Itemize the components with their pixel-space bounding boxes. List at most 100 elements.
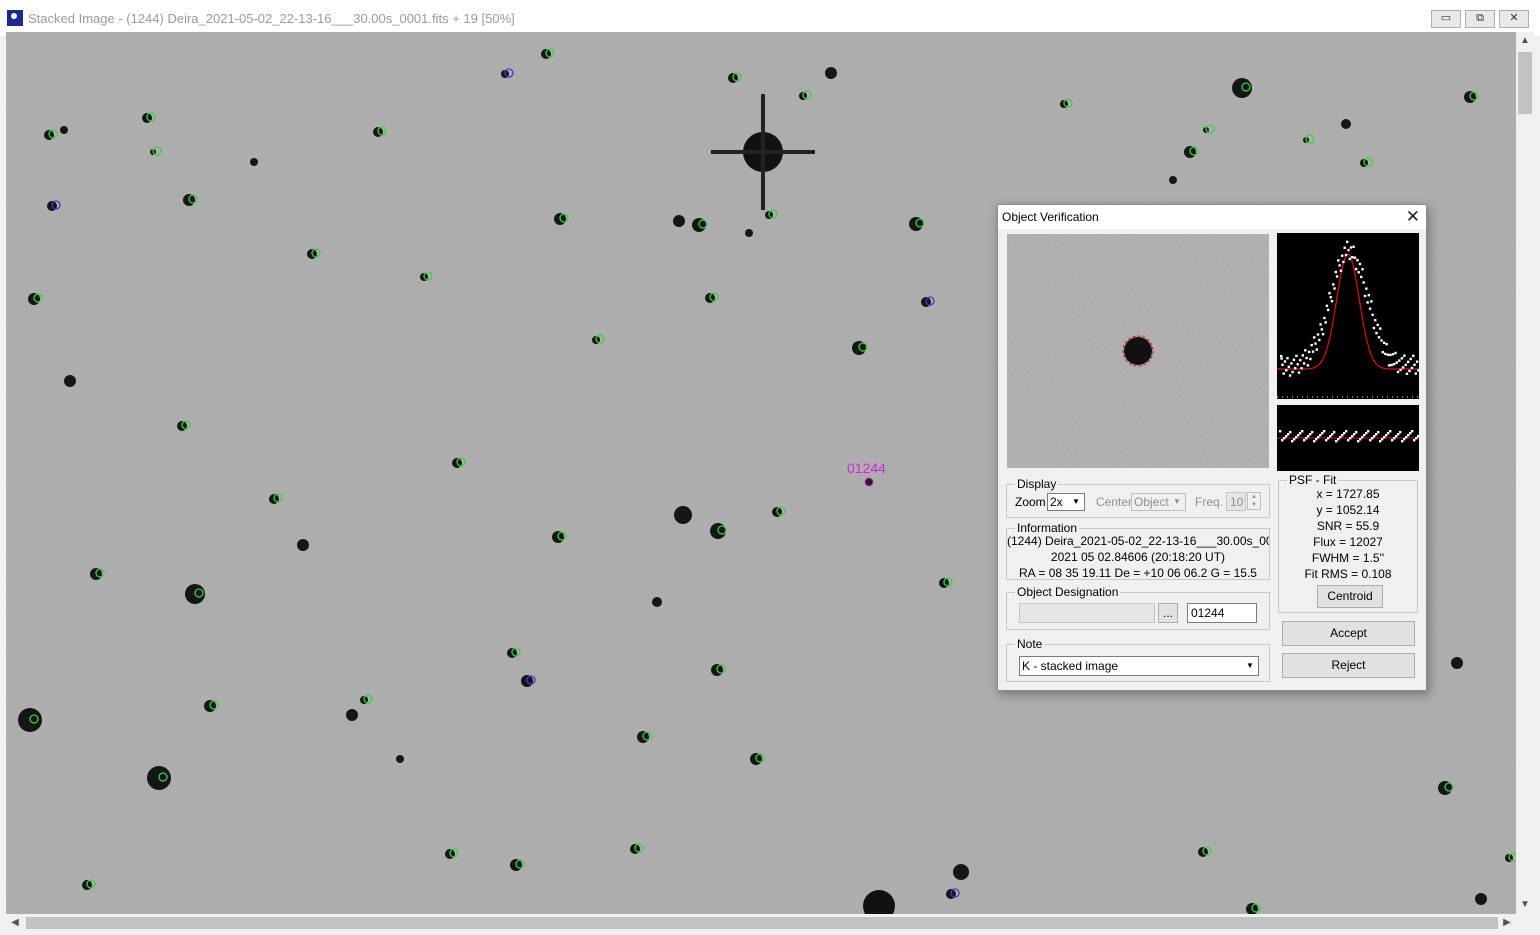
zoomed-object-view[interactable] bbox=[1007, 234, 1269, 468]
vertical-scroll-thumb[interactable] bbox=[1518, 52, 1532, 114]
dialog-close-icon[interactable]: ✕ bbox=[1406, 207, 1420, 227]
designation-group-label: Object Designation bbox=[1015, 585, 1121, 599]
dialog-title: Object Verification bbox=[1002, 210, 1099, 224]
psf-fit-curve bbox=[1277, 253, 1419, 370]
scroll-right-icon[interactable]: ▶ bbox=[1498, 914, 1516, 932]
psf-profile-canvas bbox=[1277, 240, 1420, 398]
target-marker[interactable] bbox=[864, 477, 874, 487]
psf-data-point bbox=[1409, 357, 1412, 361]
psf-data-point bbox=[1294, 367, 1297, 370]
psf-data-point bbox=[1414, 372, 1417, 375]
note-value: K - stacked image bbox=[1022, 659, 1119, 673]
psf-data-point bbox=[1404, 363, 1407, 366]
psf-data-point bbox=[1372, 326, 1376, 330]
psf-data-point bbox=[1329, 296, 1332, 299]
psf-data-point bbox=[1283, 360, 1287, 363]
psf-data-point bbox=[1368, 307, 1372, 310]
star-39 bbox=[297, 539, 309, 551]
psf-data-point bbox=[1318, 338, 1321, 342]
star-31 bbox=[64, 375, 76, 387]
freq-input[interactable]: 10 bbox=[1226, 492, 1246, 511]
psf-data-point bbox=[1304, 349, 1307, 352]
psf-data-point bbox=[1379, 327, 1382, 330]
residual-point bbox=[1301, 430, 1304, 433]
psf-data-point bbox=[1300, 367, 1303, 370]
reject-button[interactable]: Reject bbox=[1282, 653, 1415, 678]
star-35 bbox=[674, 506, 692, 524]
scrollbar-corner bbox=[1516, 914, 1534, 932]
psf-data-point bbox=[1288, 374, 1292, 377]
horizontal-scrollbar[interactable]: ◀ ▶ bbox=[6, 914, 1516, 932]
minimize-button[interactable]: ▭ bbox=[1431, 10, 1461, 28]
freq-spinner[interactable]: ▲ ▼ bbox=[1247, 492, 1261, 510]
scroll-left-icon[interactable]: ◀ bbox=[6, 914, 24, 932]
browse-button[interactable]: ... bbox=[1158, 603, 1178, 623]
psf-data-point bbox=[1310, 343, 1313, 347]
psf-data-point bbox=[1360, 275, 1363, 279]
centroid-button[interactable]: Centroid bbox=[1317, 585, 1383, 608]
psf-data-point bbox=[1400, 357, 1404, 360]
residual-point bbox=[1289, 431, 1292, 434]
zoom-select[interactable]: 2x ▼ bbox=[1047, 493, 1085, 511]
psf-data-point bbox=[1307, 350, 1311, 354]
designation-number-input[interactable]: 01244 bbox=[1187, 603, 1257, 623]
psf-data-point bbox=[1394, 351, 1397, 355]
horizontal-scroll-thumb[interactable] bbox=[26, 917, 1498, 929]
psf-data-point bbox=[1343, 246, 1346, 249]
psf-data-point bbox=[1407, 360, 1410, 364]
app-logo-icon bbox=[7, 10, 23, 26]
psf-data-point bbox=[1292, 358, 1296, 361]
psf-data-point bbox=[1280, 357, 1283, 360]
scroll-up-icon[interactable]: ▲ bbox=[1516, 32, 1534, 50]
psf-data-point bbox=[1376, 323, 1379, 327]
star-11 bbox=[60, 126, 68, 134]
star-3 bbox=[825, 67, 837, 79]
close-window-button[interactable]: ✕ bbox=[1499, 10, 1529, 28]
residual-point bbox=[1333, 431, 1336, 434]
psf-x-value: x = 1727.85 bbox=[1316, 487, 1380, 501]
psf-data-point bbox=[1351, 256, 1354, 259]
note-select[interactable]: K - stacked image ▼ bbox=[1019, 656, 1259, 676]
star-7 bbox=[1341, 119, 1351, 129]
psf-data-point bbox=[1401, 366, 1405, 369]
psf-data-point bbox=[1367, 294, 1370, 297]
residual-point bbox=[1399, 431, 1402, 434]
maximize-button[interactable]: ⧉ bbox=[1465, 10, 1495, 28]
psf-data-point bbox=[1309, 357, 1312, 361]
psf-data-point bbox=[1395, 361, 1398, 364]
star-23 bbox=[745, 229, 753, 237]
dialog-titlebar: Object Verification ✕ bbox=[998, 205, 1426, 229]
object-verification-dialog: Object Verification ✕ Display Zoom 2x ▼ bbox=[997, 204, 1427, 691]
note-group-label: Note bbox=[1015, 637, 1045, 651]
psf-data-point bbox=[1311, 350, 1315, 353]
psf-data-point bbox=[1398, 359, 1401, 362]
designation-name-input[interactable] bbox=[1019, 603, 1155, 623]
psf-data-point bbox=[1385, 342, 1388, 346]
psf-fit-group: PSF - Fit x = 1727.85 y = 1052.14 SNR = … bbox=[1278, 473, 1418, 613]
psf-data-point bbox=[1290, 362, 1293, 365]
psf-data-point bbox=[1337, 259, 1340, 262]
psf-snr-value: SNR = 55.9 bbox=[1316, 519, 1380, 533]
psf-data-point bbox=[1287, 365, 1290, 369]
psf-data-point bbox=[1375, 331, 1378, 335]
vertical-scrollbar[interactable]: ▲ ▼ bbox=[1516, 32, 1534, 914]
scroll-down-icon[interactable]: ▼ bbox=[1516, 896, 1534, 914]
psf-data-point bbox=[1328, 292, 1331, 295]
zoom-value: 2x bbox=[1050, 495, 1063, 509]
display-group-label: Display bbox=[1015, 477, 1059, 491]
psf-data-point bbox=[1357, 271, 1360, 274]
information-group: Information (1244) Deira_2021-05-02_22-1… bbox=[1006, 521, 1270, 580]
accept-button[interactable]: Accept bbox=[1282, 621, 1415, 646]
psf-data-point bbox=[1321, 333, 1325, 336]
psf-data-point bbox=[1348, 257, 1351, 261]
psf-fwhm-value: FWHM = 1.5'' bbox=[1311, 551, 1385, 565]
psf-data-point bbox=[1354, 267, 1358, 271]
residual-point bbox=[1389, 430, 1392, 433]
psf-data-point bbox=[1356, 258, 1359, 262]
psf-data-point bbox=[1382, 341, 1386, 344]
psf-data-point bbox=[1396, 370, 1400, 374]
psf-data-point bbox=[1358, 262, 1362, 266]
residual-point bbox=[1323, 430, 1326, 433]
psf-data-point bbox=[1301, 354, 1304, 357]
center-select[interactable]: Object ▼ bbox=[1131, 493, 1186, 511]
